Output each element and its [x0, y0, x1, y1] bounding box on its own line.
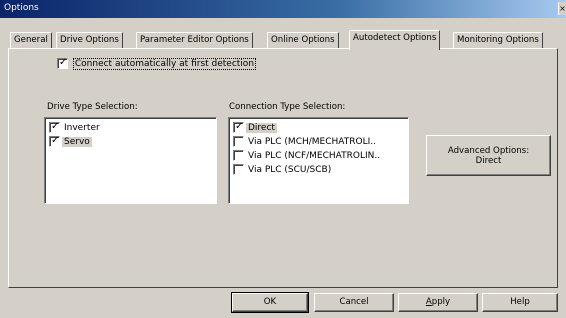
ncf-label: Via PLC (NCF/MECHATROLIN..: [248, 151, 381, 161]
drive-type-label: Drive Type Selection:: [47, 102, 138, 112]
drive-type-item-inverter[interactable]: ✓ Inverter: [49, 121, 102, 135]
close-icon[interactable]: ×: [558, 2, 566, 15]
mch-checkbox[interactable]: [233, 136, 244, 147]
inverter-label: Inverter: [64, 123, 100, 133]
inverter-checkbox[interactable]: ✓: [49, 121, 60, 133]
connection-item-scu[interactable]: Via PLC (SCU/SCB): [233, 164, 333, 177]
apply-label-rest: pply: [431, 297, 451, 307]
servo-checkbox[interactable]: ✓: [49, 135, 60, 147]
connect-automatically-checkbox[interactable]: ✓: [57, 57, 68, 69]
tab-parameter-editor-options[interactable]: Parameter Editor Options: [136, 32, 253, 48]
apply-button[interactable]: Apply: [398, 293, 478, 312]
connection-type-label: Connection Type Selection:: [229, 102, 346, 112]
advanced-options-line2: Direct: [475, 156, 502, 166]
check-mark-icon: ✓: [235, 121, 244, 132]
connection-item-mch[interactable]: Via PLC (MCH/MECHATROLI..: [233, 136, 378, 149]
connect-automatically-label[interactable]: Connect automatically at first detection: [72, 58, 257, 70]
drive-type-list[interactable]: ✓ Inverter ✓ Servo: [44, 117, 217, 204]
options-dialog: General Drive Options Parameter Editor O…: [0, 18, 566, 318]
check-mark-icon: ✓: [51, 135, 60, 146]
connect-automatically-option[interactable]: ✓ Connect automatically at first detecti…: [57, 57, 257, 70]
scu-label: Via PLC (SCU/SCB): [248, 165, 332, 175]
ok-button[interactable]: OK: [231, 292, 309, 313]
tab-autodetect-options[interactable]: Autodetect Options: [349, 30, 441, 50]
mch-label: Via PLC (MCH/MECHATROLI..: [248, 137, 376, 147]
tab-general[interactable]: General: [10, 32, 52, 48]
check-mark-icon: ✓: [59, 57, 68, 68]
direct-checkbox[interactable]: ✓: [233, 121, 244, 133]
tab-monitoring-options[interactable]: Monitoring Options: [453, 32, 543, 48]
tab-drive-options[interactable]: Drive Options: [56, 32, 123, 48]
tab-online-options[interactable]: Online Options: [267, 32, 339, 48]
help-button[interactable]: Help: [482, 293, 558, 312]
advanced-options-button[interactable]: Advanced Options: Direct: [426, 135, 551, 176]
drive-type-item-servo[interactable]: ✓ Servo: [49, 135, 92, 149]
connection-item-ncf[interactable]: Via PLC (NCF/MECHATROLIN..: [233, 150, 382, 163]
window-title: Options: [4, 3, 39, 13]
ncf-checkbox[interactable]: [233, 150, 244, 161]
cancel-button[interactable]: Cancel: [314, 293, 394, 312]
connection-type-list[interactable]: ✓ Direct Via PLC (MCH/MECHATROLI.. Via PL…: [228, 117, 409, 204]
scu-checkbox[interactable]: [233, 164, 244, 175]
check-mark-icon: ✓: [51, 121, 60, 132]
advanced-options-line1: Advanced Options:: [447, 146, 530, 156]
connection-item-direct[interactable]: ✓ Direct: [233, 121, 277, 135]
servo-label: Servo: [62, 137, 92, 147]
title-bar[interactable]: Options ×: [0, 0, 566, 18]
direct-label: Direct: [246, 123, 277, 133]
